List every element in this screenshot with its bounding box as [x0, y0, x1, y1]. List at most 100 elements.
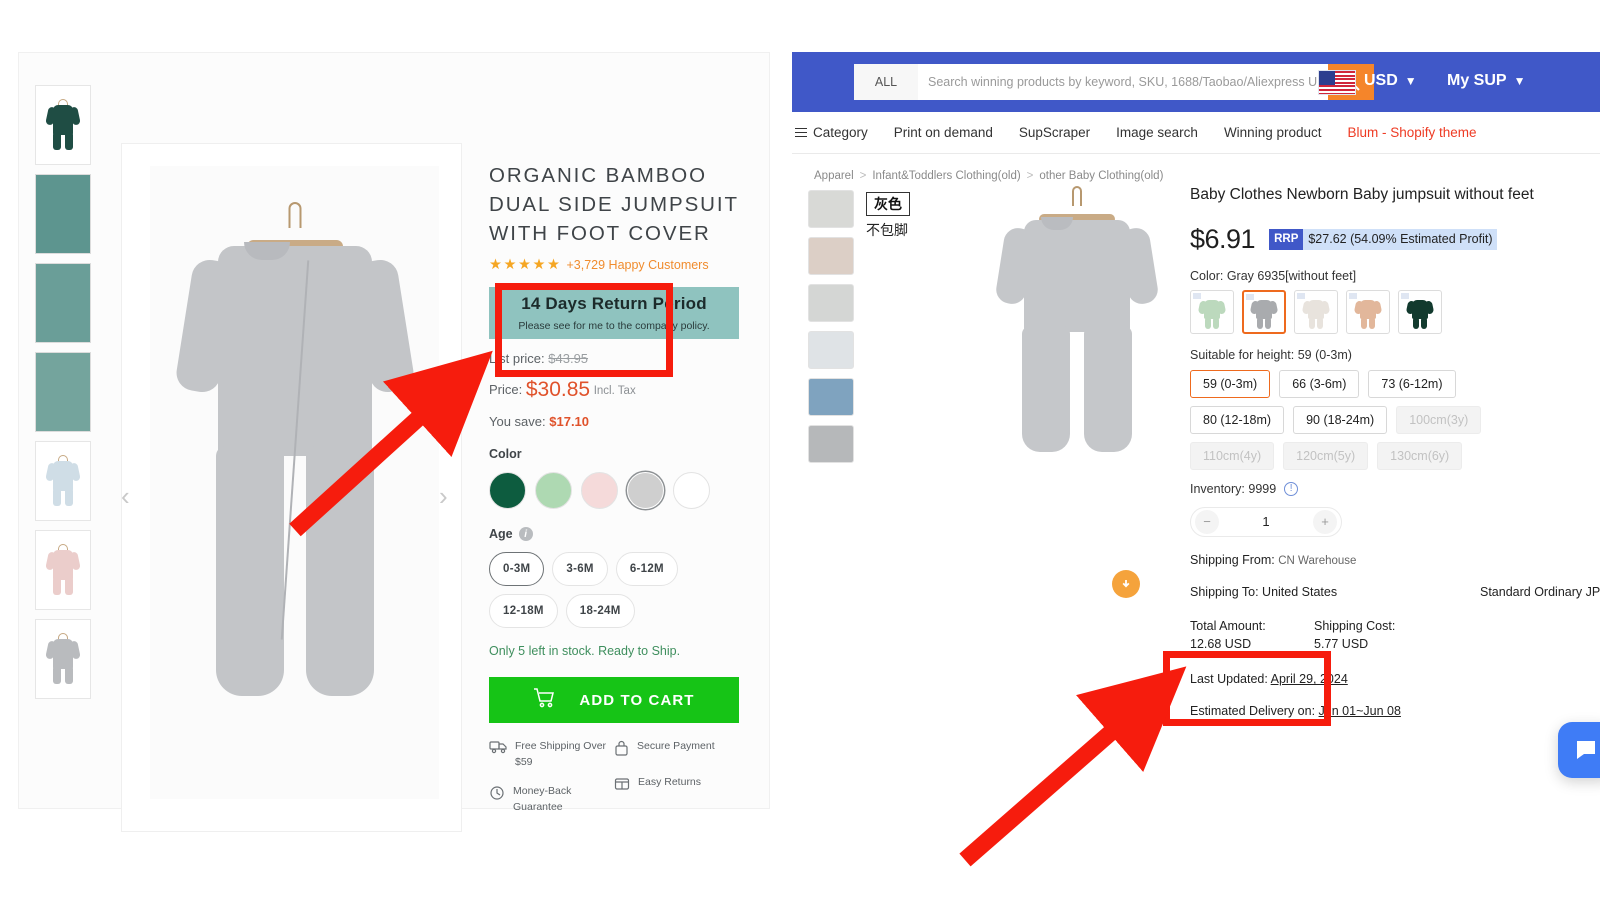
breadcrumb-item[interactable]: other Baby Clothing(old)	[1039, 170, 1163, 182]
trust-badge-col-right: Secure Payment Easy Returns	[614, 739, 739, 828]
shipping-from-value: CN Warehouse	[1278, 554, 1357, 567]
sup-thumbnail-babies-group-3[interactable]	[808, 284, 854, 322]
sup-color-variants[interactable]	[1190, 289, 1600, 334]
size-option-73-6-12m[interactable]: 73 (6-12m)	[1368, 369, 1456, 398]
color-swatch-white[interactable]	[673, 472, 710, 510]
quantity-stepper[interactable]: − 1 +	[1190, 506, 1342, 537]
thumbnail-teal-detail-3[interactable]	[35, 352, 91, 432]
sup-thumbnail-blue-jumpsuit[interactable]	[808, 378, 854, 416]
quantity-decrease-button[interactable]: −	[1195, 509, 1219, 534]
search-category-all[interactable]: ALL	[854, 64, 918, 100]
color-swatch-dark-green[interactable]	[489, 472, 526, 510]
rating-row: ★★★★★ +3,729 Happy Customers	[489, 257, 739, 273]
size-option-66-3-6m[interactable]: 66 (3-6m)	[1279, 369, 1360, 398]
chinese-variant-tags: 灰色 不包脚	[866, 192, 910, 240]
shipping-to-row[interactable]: Shipping To: United States Standard Ordi…	[1190, 585, 1600, 599]
nav-item-blum-shopify-theme[interactable]: Blum - Shopify theme	[1348, 125, 1477, 140]
breadcrumb-item[interactable]: Infant&Toddlers Clothing(old)	[872, 170, 1020, 182]
color-swatch-gray[interactable]	[627, 472, 664, 510]
gray-jumpsuit-illustration	[173, 202, 416, 718]
search-input[interactable]	[918, 64, 1328, 100]
thumbnail-gray-jumpsuit[interactable]	[35, 619, 91, 699]
trust-badge: Easy Returns	[614, 775, 739, 797]
nav-item-print-on-demand[interactable]: Print on demand	[894, 125, 993, 140]
next-image-arrow[interactable]: ›	[439, 483, 448, 509]
nav-item-supscraper[interactable]: SupScraper	[1019, 125, 1090, 140]
variant-swatch-dark-green[interactable]	[1398, 289, 1442, 334]
sup-size-options[interactable]: 59 (0-3m) 66 (3-6m) 73 (6-12m) 80 (12-18m) 9…	[1190, 369, 1600, 470]
menu-icon	[795, 127, 807, 138]
size-option-110cm-4y: 110cm(4y)	[1190, 441, 1275, 470]
nav-item-image-search[interactable]: Image search	[1116, 125, 1198, 140]
variant-swatch-peach[interactable]	[1346, 289, 1390, 334]
size-option-100cm-3y: 100cm(3y)	[1396, 405, 1482, 434]
age-option-group[interactable]: 0-3M 3-6M 6-12M 12-18M 18-24M	[489, 552, 739, 629]
age-option-3-6m[interactable]: 3-6M	[552, 552, 608, 587]
color-swatch-light-green[interactable]	[535, 472, 572, 510]
info-icon[interactable]: !	[1284, 481, 1299, 496]
app-navbar[interactable]: Category Print on demand SupScraper Image s…	[792, 112, 1600, 154]
add-to-cart-button[interactable]: ADD TO CART	[489, 677, 739, 724]
thumbnail-pink-jumpsuit[interactable]	[35, 530, 91, 610]
nav-item-label: Image search	[1116, 125, 1198, 140]
carrier-option[interactable]: Standard Ordinary JPS-US	[1480, 585, 1600, 599]
quantity-increase-button[interactable]: +	[1312, 509, 1337, 534]
prev-image-arrow[interactable]: ‹	[121, 483, 130, 509]
trust-badge-label: Secure Payment	[637, 740, 715, 753]
sup-thumbnail-gray-jumpsuit[interactable]	[808, 425, 854, 463]
product-main-image[interactable]	[121, 143, 462, 832]
nav-item-category[interactable]: Category	[795, 125, 868, 140]
price-value: $30.85	[525, 378, 591, 402]
size-option-80-12-18m[interactable]: 80 (12-18m)	[1190, 405, 1285, 434]
thumbnail-dark-green-jumpsuit[interactable]	[35, 85, 91, 165]
account-menu[interactable]: My SUP ▼	[1447, 72, 1525, 90]
product-thumbnail-strip[interactable]	[35, 85, 91, 699]
thumbnail-teal-detail-2[interactable]	[35, 263, 91, 343]
total-amount-block: Total Amount: 12.68 USD	[1190, 617, 1314, 655]
currency-selector[interactable]: USD ▼	[1364, 72, 1417, 90]
age-option-12-18m[interactable]: 12-18M	[489, 594, 558, 629]
nav-item-winning-product[interactable]: Winning product	[1224, 125, 1322, 140]
sup-thumbnail-babies-group-1[interactable]	[808, 190, 854, 228]
inventory-label: Inventory: 9999	[1190, 481, 1277, 496]
cart-icon	[533, 688, 555, 712]
variant-swatch-green[interactable]	[1190, 289, 1234, 334]
thumbnail-light-blue-jumpsuit[interactable]	[35, 441, 91, 521]
sup-thumbnail-strip[interactable]	[808, 190, 854, 463]
sup-thumbnail-clothing-rack[interactable]	[808, 331, 854, 369]
currency-label: USD	[1364, 72, 1398, 89]
thumbnail-teal-detail-1[interactable]	[35, 174, 91, 254]
trust-badge: Secure Payment	[614, 739, 739, 762]
sup-main-image[interactable]	[942, 186, 1212, 466]
chat-widget-button[interactable]	[1558, 722, 1600, 778]
nav-item-label: Category	[813, 125, 868, 140]
age-option-6-12m[interactable]: 6-12M	[615, 552, 678, 587]
shipping-cost-label: Shipping Cost:	[1314, 618, 1396, 633]
breadcrumb-separator: >	[1026, 170, 1034, 182]
sup-thumbnail-babies-group-2[interactable]	[808, 237, 854, 275]
size-option-59-0-3m[interactable]: 59 (0-3m)	[1190, 369, 1271, 398]
download-image-icon[interactable]	[1112, 570, 1140, 598]
variant-swatch-cream[interactable]	[1294, 289, 1338, 334]
age-option-0-3m[interactable]: 0-3M	[489, 552, 545, 587]
size-row: 110cm(4y) 120cm(5y) 130cm(6y)	[1190, 441, 1600, 470]
nav-item-label: Blum - Shopify theme	[1347, 125, 1477, 140]
nav-item-label: Winning product	[1223, 125, 1322, 140]
incl-tax-label: Incl. Tax	[593, 385, 636, 398]
age-option-18-24m[interactable]: 18-24M	[565, 594, 635, 629]
variant-swatch-gray[interactable]	[1242, 289, 1286, 334]
breadcrumb-item[interactable]: Apparel	[814, 170, 854, 182]
product-detail-area: 灰色 不包脚 Baby Clothes Newborn Baby jumpsui…	[792, 182, 1600, 718]
sup-product-details: Baby Clothes Newborn Baby jumpsuit witho…	[1190, 184, 1600, 718]
info-icon[interactable]: i	[518, 527, 533, 542]
search-bar[interactable]: ALL	[854, 64, 1374, 100]
shipping-from-label: Shipping From:	[1190, 552, 1275, 567]
size-option-90-18-24m[interactable]: 90 (18-24m)	[1293, 405, 1388, 434]
color-swatch-group[interactable]	[489, 472, 739, 510]
breadcrumb[interactable]: Apparel > Infant&Toddlers Clothing(old) > ot…	[792, 154, 1600, 182]
refresh-box-icon	[489, 784, 505, 807]
cn-feet-tag: 不包脚	[866, 223, 908, 239]
color-swatch-pink[interactable]	[581, 472, 618, 510]
quantity-value[interactable]: 1	[1262, 514, 1269, 529]
chevron-down-icon: ▼	[1513, 74, 1526, 88]
